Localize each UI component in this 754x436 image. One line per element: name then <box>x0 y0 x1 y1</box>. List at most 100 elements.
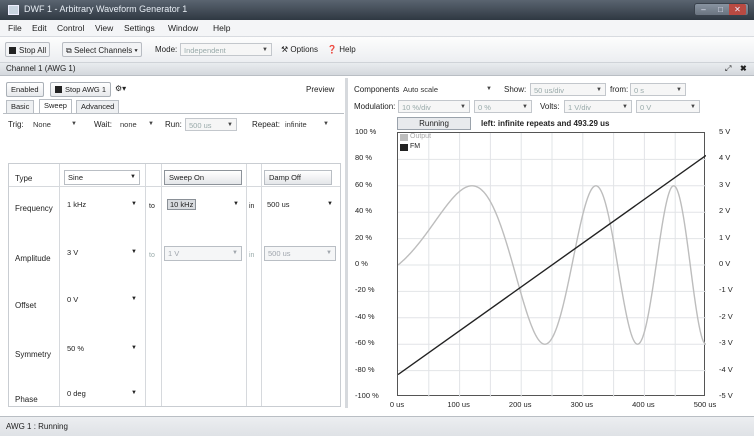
grid-line <box>9 186 340 187</box>
channel-title: Channel 1 (AWG 1) <box>6 64 76 73</box>
phase-select[interactable]: 0 deg ▼ <box>64 387 140 402</box>
x-tick-label: 100 us <box>447 400 470 409</box>
y-left-tick-label: 0 % <box>355 259 368 268</box>
volts-offset-select[interactable]: 0 V ▼ <box>636 100 700 113</box>
x-tick-label: 300 us <box>570 400 594 409</box>
app-icon <box>8 5 19 15</box>
sweep-toggle-button[interactable]: Sweep On <box>164 170 242 185</box>
show-value: 50 us/div <box>534 86 565 95</box>
menu-control[interactable]: Control <box>57 23 84 33</box>
menu-edit[interactable]: Edit <box>32 23 47 33</box>
menu-view[interactable]: View <box>95 23 113 33</box>
frequency-duration-select[interactable]: 500 us ▼ <box>264 198 336 213</box>
y-left-tick-label: -40 % <box>355 311 375 321</box>
trig-value: None <box>33 120 51 129</box>
pin-icon[interactable]: ⤢ <box>725 64 731 74</box>
volts-offset-value: 0 V <box>640 103 652 112</box>
symmetry-select[interactable]: 50 % ▼ <box>64 342 140 357</box>
components-value: Auto scale <box>403 85 439 94</box>
help-label: Help <box>339 45 356 54</box>
trig-select[interactable]: None ▼ <box>30 118 80 131</box>
tab-sweep[interactable]: Sweep <box>39 99 72 113</box>
y-right-tick-label: -1 V <box>719 285 733 295</box>
offset-select[interactable]: 0 V ▼ <box>64 293 140 308</box>
amplitude-duration-value: 500 us <box>268 249 291 258</box>
frequency-to-label: to <box>149 203 155 210</box>
wait-value: none <box>120 120 137 129</box>
volts-select[interactable]: 1 V/div ▼ <box>564 100 632 113</box>
menu-help[interactable]: Help <box>213 23 230 33</box>
from-select[interactable]: 0 s ▼ <box>630 83 686 96</box>
chevron-down-icon: ▼ <box>227 122 233 128</box>
stop-all-button[interactable]: Stop All <box>5 42 51 57</box>
repeat-select[interactable]: infinite ▼ <box>282 118 332 131</box>
menu-file[interactable]: File <box>8 23 22 33</box>
modulation-label: Modulation: <box>354 102 396 111</box>
options-label: Options <box>290 45 318 54</box>
tab-basic[interactable]: Basic <box>6 100 35 113</box>
y-left-tick-label: 80 % <box>355 153 373 163</box>
close-icon[interactable]: ✕ <box>729 4 746 15</box>
type-select[interactable]: Sine ▼ <box>64 170 140 185</box>
pane-splitter[interactable] <box>345 78 348 408</box>
toolbar: Stop All ⧉ Select Channels ▾ Mode: Indep… <box>0 37 754 63</box>
grid-line <box>59 164 60 406</box>
y-right-tick-label: 4 V <box>719 153 731 163</box>
help-icon: ❓ <box>327 45 340 54</box>
wait-select[interactable]: none ▼ <box>117 118 157 131</box>
trig-label: Trig: <box>8 120 24 129</box>
frequency-start-select[interactable]: 1 kHz ▼ <box>64 198 140 213</box>
run-select[interactable]: 500 us ▼ <box>185 118 237 131</box>
amplitude-in-label: in <box>249 252 255 259</box>
chevron-down-icon: ▼ <box>71 121 77 127</box>
preview-label[interactable]: Preview <box>306 85 334 94</box>
enabled-button[interactable]: Enabled <box>6 82 44 97</box>
status-text: AWG 1 : Running <box>6 422 68 431</box>
y-left-tick-label: 40 % <box>355 206 373 216</box>
y-left-tick-label: 20 % <box>355 232 373 242</box>
amplitude-end-select[interactable]: 1 V ▼ <box>164 246 242 261</box>
options-button[interactable]: ⚒ Options <box>281 43 318 57</box>
close-channel-icon[interactable]: ✖ <box>740 64 747 73</box>
y-right-tick-label: -2 V <box>719 311 733 321</box>
repeat-value: infinite <box>285 120 307 129</box>
repeat-label: Repeat: <box>252 120 281 129</box>
awg-settings-icon[interactable]: ⚙▾ <box>115 84 126 93</box>
select-channels-button[interactable]: ⧉ Select Channels ▾ <box>62 42 142 57</box>
modulation-select[interactable]: 10 %/div ▼ <box>398 100 470 113</box>
symmetry-label: Symmetry <box>15 350 51 359</box>
x-tick-label: 0 us <box>389 400 405 409</box>
channels-icon: ⧉ <box>66 46 74 55</box>
y-left-tick-label: 60 % <box>355 179 373 189</box>
tab-advanced[interactable]: Advanced <box>76 100 120 113</box>
frequency-end-select[interactable]: 10 kHz ▼ <box>164 198 242 213</box>
menu-settings[interactable]: Settings <box>124 23 155 33</box>
grid-line <box>246 164 247 406</box>
grid-line <box>161 164 162 406</box>
amplitude-start-value: 3 V <box>67 248 79 257</box>
y-left-tick-label: 100 % <box>355 127 377 136</box>
legend-fm-swatch <box>400 144 408 151</box>
amplitude-end-value: 1 V <box>168 249 180 258</box>
y-left-tick-label: -60 % <box>355 338 375 348</box>
waveform-plot[interactable] <box>397 132 707 397</box>
damp-toggle-button[interactable]: Damp Off <box>264 170 332 185</box>
components-select[interactable]: Auto scale ▼ <box>400 83 495 96</box>
amplitude-start-select[interactable]: 3 V ▼ <box>64 246 140 261</box>
modulation-offset-value: 0 % <box>478 103 491 112</box>
x-tick-label: 400 us <box>632 400 655 409</box>
show-select[interactable]: 50 us/div ▼ <box>530 83 606 96</box>
minimize-icon[interactable]: – <box>695 4 712 15</box>
chevron-down-icon: ▼ <box>130 174 136 180</box>
type-label: Type <box>15 174 33 183</box>
mode-select[interactable]: Independent ▼ <box>180 43 272 56</box>
menu-window[interactable]: Window <box>168 23 198 33</box>
chevron-down-icon: ▼ <box>131 201 137 207</box>
title-bar: DWF 1 - Arbitrary Waveform Generator 1 –… <box>0 0 754 20</box>
y-left-tick-label: -20 % <box>355 285 375 295</box>
modulation-offset-select[interactable]: 0 % ▼ <box>474 100 532 113</box>
maximize-icon[interactable]: □ <box>712 4 729 15</box>
help-button[interactable]: ❓ Help <box>327 43 356 57</box>
stop-awg-button[interactable]: Stop AWG 1 <box>50 82 111 97</box>
amplitude-duration-select[interactable]: 500 us ▼ <box>264 246 336 261</box>
